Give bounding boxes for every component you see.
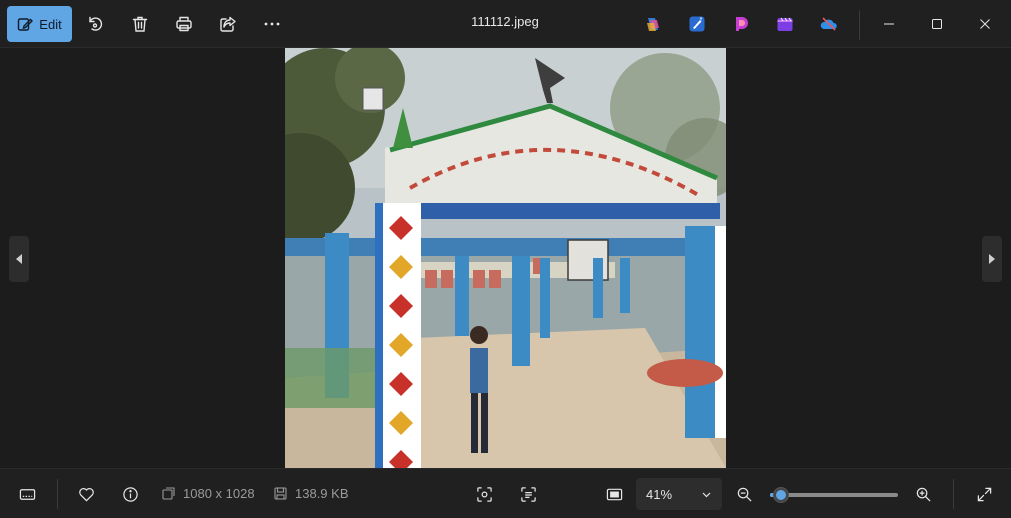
expand-icon (977, 487, 991, 501)
toolbar-divider (859, 10, 860, 40)
zoom-level-dropdown[interactable]: 41% (636, 478, 722, 510)
save-icon (274, 487, 287, 500)
fullscreen-button[interactable] (970, 481, 998, 507)
visual-search-button[interactable] (470, 481, 498, 507)
copilot-button[interactable] (641, 12, 665, 36)
heart-icon (78, 487, 94, 502)
onedrive-button[interactable] (817, 12, 841, 36)
zoom-in-icon (916, 487, 931, 502)
more-options-button[interactable] (258, 10, 286, 38)
minimize-button[interactable] (866, 6, 912, 42)
video-editor-icon (777, 17, 793, 31)
bottom-toolbar: 1080 x 1028 138.9 KB 41% (0, 468, 1011, 518)
delete-icon (132, 16, 148, 32)
file-title: 111112.jpeg (471, 14, 539, 29)
text-scan-icon (520, 486, 536, 502)
photo-image (285, 48, 726, 468)
video-editor-button[interactable] (773, 12, 797, 36)
zoom-slider[interactable] (770, 487, 898, 503)
bottom-divider-right (953, 479, 954, 509)
designer-icon (689, 16, 705, 32)
filmstrip-icon (19, 488, 35, 500)
maximize-icon (932, 19, 942, 29)
favorite-button[interactable] (72, 481, 100, 507)
chevron-down-icon (702, 492, 711, 497)
image-dimensions: 1080 x 1028 (162, 486, 255, 501)
photo-stage (0, 48, 1011, 468)
zoom-level-value: 41% (646, 486, 673, 502)
share-icon (220, 16, 236, 32)
previous-photo-button[interactable] (9, 236, 29, 282)
zoom-slider-thumb[interactable] (773, 487, 789, 503)
visual-search-icon (476, 486, 492, 502)
filmstrip-button[interactable] (13, 481, 41, 507)
zoom-out-icon (737, 487, 752, 502)
maximize-button[interactable] (914, 6, 960, 42)
zoom-out-button[interactable] (730, 481, 758, 507)
designer-button[interactable] (685, 12, 709, 36)
delete-button[interactable] (126, 10, 154, 38)
fit-window-icon (606, 488, 622, 500)
file-size: 138.9 KB (274, 486, 349, 501)
edit-label: Edit (39, 16, 62, 32)
zoom-in-button[interactable] (909, 481, 937, 507)
rotate-icon (89, 16, 103, 31)
clipchamp-button[interactable] (729, 12, 753, 36)
info-icon (122, 486, 138, 502)
edit-button[interactable]: Edit (7, 6, 72, 42)
rotate-button[interactable] (82, 10, 110, 38)
copilot-icon (647, 18, 659, 31)
resolution-icon (162, 487, 175, 500)
dimensions-text: 1080 x 1028 (183, 486, 255, 501)
gate-photo (285, 48, 726, 468)
clipchamp-icon (736, 17, 748, 31)
text-extract-button[interactable] (514, 481, 542, 507)
minimize-icon (884, 23, 894, 25)
more-icon (264, 22, 280, 26)
chevron-right-icon (989, 254, 995, 264)
print-button[interactable] (170, 10, 198, 38)
onedrive-icon (820, 17, 837, 31)
close-icon (980, 19, 990, 29)
top-toolbar: Edit 111112.jpeg (0, 0, 1011, 48)
chevron-left-icon (16, 254, 22, 264)
next-photo-button[interactable] (982, 236, 1002, 282)
bottom-divider (57, 479, 58, 509)
filesize-text: 138.9 KB (295, 486, 349, 501)
edit-icon (18, 18, 34, 31)
print-icon (176, 16, 192, 32)
fit-to-window-button[interactable] (600, 481, 628, 507)
file-info-button[interactable] (116, 481, 144, 507)
share-button[interactable] (214, 10, 242, 38)
close-button[interactable] (962, 6, 1008, 42)
